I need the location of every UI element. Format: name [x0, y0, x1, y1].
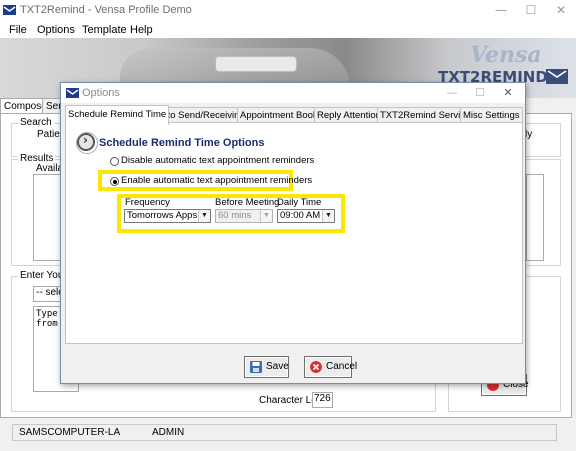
before-meeting-select: 60 mins ▼ — [215, 209, 273, 223]
banner-phone-image — [215, 56, 297, 72]
daily-time-dropdown-icon[interactable]: ▼ — [322, 210, 334, 222]
dialog-close-button[interactable]: ✕ — [494, 83, 522, 103]
disable-reminders-label[interactable]: Disable automatic text appointment remin… — [121, 155, 314, 166]
save-button-label: Save — [266, 361, 289, 372]
app-logo-icon — [3, 5, 16, 15]
save-button[interactable]: Save — [244, 356, 289, 378]
dialog-title-bar: Options — ☐ ✕ — [61, 83, 525, 103]
dialog-minimize-button[interactable]: — — [438, 83, 466, 103]
daily-time-value: 09:00 AM — [280, 210, 321, 221]
results-list-right[interactable] — [526, 174, 544, 261]
status-user: ADMIN — [152, 427, 185, 438]
menu-options[interactable]: Options — [37, 24, 75, 36]
dialog-logo-icon — [66, 88, 79, 98]
daily-time-select[interactable]: 09:00 AM ▼ — [277, 209, 335, 223]
menu-help[interactable]: Help — [130, 24, 153, 36]
app-title-bar: TXT2Remind - Vensa Profile Demo — ☐ ✕ — [0, 0, 576, 21]
maximize-button[interactable]: ☐ — [516, 0, 546, 21]
enable-reminders-radio[interactable] — [110, 177, 119, 186]
cancel-icon — [310, 361, 322, 373]
app-title: TXT2Remind - Vensa Profile Demo — [20, 4, 192, 16]
daily-time-label: Daily Time — [277, 197, 322, 208]
before-meeting-label: Before Meeting — [215, 197, 280, 208]
frequency-label: Frequency — [125, 197, 170, 208]
close-window-button[interactable]: ✕ — [546, 0, 576, 21]
frequency-dropdown-icon[interactable]: ▼ — [198, 210, 210, 222]
frequency-value: Tomorrows Apps — [127, 210, 198, 221]
envelope-icon — [546, 69, 568, 84]
options-dialog: Options — ☐ ✕ Schedule Remind Time Auto … — [60, 82, 526, 384]
dialog-title: Options — [82, 87, 120, 99]
cancel-button-label: Cancel — [326, 361, 358, 372]
tab-schedule-remind-time[interactable]: Schedule Remind Time — [65, 105, 170, 125]
options-clock-icon — [76, 132, 98, 154]
save-icon — [250, 361, 262, 373]
dialog-maximize-button[interactable]: ☐ — [466, 83, 494, 103]
status-bar: SAMSCOMPUTER-LA ADMIN — [12, 424, 557, 441]
menu-bar: File Options Template Help — [0, 21, 576, 38]
frequency-select[interactable]: Tomorrows Apps ▼ — [124, 209, 211, 223]
schedule-remind-panel: Schedule Remind Time Options Disable aut… — [65, 122, 523, 344]
before-meeting-dropdown-icon: ▼ — [260, 210, 272, 222]
search-group-label: Search — [18, 117, 54, 128]
menu-file[interactable]: File — [9, 24, 27, 36]
panel-heading: Schedule Remind Time Options — [99, 137, 265, 149]
character-left-value: 726 — [312, 392, 333, 408]
before-meeting-value: 60 mins — [218, 210, 252, 221]
enable-reminders-label[interactable]: Enable automatic text appointment remind… — [121, 175, 312, 186]
disable-reminders-radio[interactable] — [110, 157, 119, 166]
menu-template[interactable]: Template — [82, 24, 127, 36]
cancel-button[interactable]: Cancel — [304, 356, 357, 378]
minimize-button[interactable]: — — [486, 0, 516, 21]
vensa-logo: Vensa — [470, 42, 542, 68]
status-computer: SAMSCOMPUTER-LA — [19, 427, 121, 438]
dialog-tab-strip: Schedule Remind Time Auto Send/Receiving… — [65, 105, 523, 125]
